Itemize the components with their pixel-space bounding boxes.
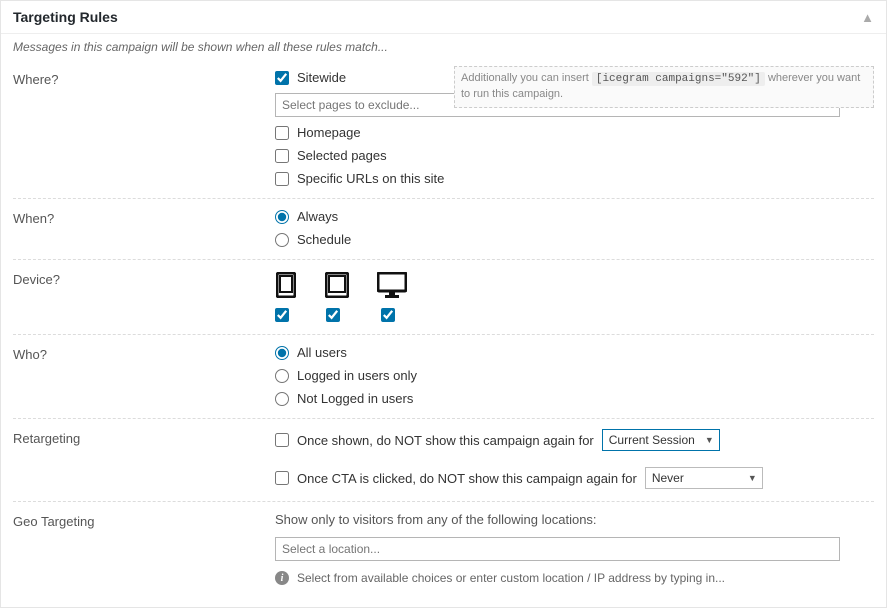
device-desktop (377, 272, 407, 322)
retarget-shown-select[interactable]: Current Session ▼ (602, 429, 720, 451)
retarget-cta-select[interactable]: Never ▼ (645, 467, 763, 489)
mobile-icon (276, 272, 296, 298)
device-tablet (325, 272, 349, 322)
schedule-label: Schedule (297, 232, 351, 247)
geo-label: Geo Targeting (13, 512, 275, 529)
retarget-cta-select-value: Never (652, 471, 684, 485)
specific-urls-label: Specific URLs on this site (297, 171, 444, 186)
retarget-shown-select-value: Current Session (609, 433, 695, 447)
panel-body: Messages in this campaign will be shown … (1, 34, 886, 607)
not-logged-in-radio[interactable] (275, 392, 289, 406)
always-label: Always (297, 209, 338, 224)
intro-text: Messages in this campaign will be shown … (13, 40, 874, 54)
who-label: Who? (13, 345, 275, 362)
tablet-checkbox[interactable] (326, 308, 340, 322)
homepage-label: Homepage (297, 125, 361, 140)
chevron-down-icon: ▼ (748, 473, 757, 483)
sitewide-label: Sitewide (297, 70, 346, 85)
logged-in-label: Logged in users only (297, 368, 417, 383)
selected-pages-checkbox[interactable] (275, 149, 289, 163)
collapse-toggle[interactable]: ▲ (861, 10, 874, 25)
not-logged-in-label: Not Logged in users (297, 391, 413, 406)
desktop-checkbox[interactable] (381, 308, 395, 322)
selected-pages-label: Selected pages (297, 148, 387, 163)
mobile-checkbox[interactable] (275, 308, 289, 322)
all-users-radio[interactable] (275, 346, 289, 360)
desktop-icon (377, 272, 407, 298)
retarget-shown-checkbox[interactable] (275, 433, 289, 447)
device-mobile (275, 272, 297, 322)
device-label: Device? (13, 270, 275, 287)
specific-urls-checkbox[interactable] (275, 172, 289, 186)
where-section: Where? Additionally you can insert [iceg… (13, 60, 874, 199)
who-section: Who? All users Logged in users only Not … (13, 335, 874, 419)
shortcode-note: Additionally you can insert [icegram cam… (454, 66, 874, 108)
always-radio[interactable] (275, 210, 289, 224)
geo-hint-text: Select from available choices or enter c… (297, 571, 725, 585)
tablet-icon (325, 272, 349, 298)
note-code: [icegram campaigns="592"] (592, 72, 765, 86)
panel-header: Targeting Rules ▲ (1, 1, 886, 34)
where-label: Where? (13, 70, 275, 87)
geo-location-input[interactable] (275, 537, 840, 561)
logged-in-radio[interactable] (275, 369, 289, 383)
retargeting-label: Retargeting (13, 429, 275, 446)
geo-section: Geo Targeting Show only to visitors from… (13, 502, 874, 597)
retarget-cta-checkbox[interactable] (275, 471, 289, 485)
targeting-rules-panel: Targeting Rules ▲ Messages in this campa… (0, 0, 887, 608)
all-users-label: All users (297, 345, 347, 360)
homepage-checkbox[interactable] (275, 126, 289, 140)
device-section: Device? (13, 260, 874, 335)
sitewide-checkbox[interactable] (275, 71, 289, 85)
retargeting-section: Retargeting Once shown, do NOT show this… (13, 419, 874, 502)
note-prefix: Additionally you can insert (461, 72, 589, 84)
schedule-radio[interactable] (275, 233, 289, 247)
geo-subtitle: Show only to visitors from any of the fo… (275, 512, 874, 527)
retarget-shown-label: Once shown, do NOT show this campaign ag… (297, 433, 594, 448)
when-label: When? (13, 209, 275, 226)
chevron-down-icon: ▼ (705, 435, 714, 445)
retarget-cta-label: Once CTA is clicked, do NOT show this ca… (297, 471, 637, 486)
info-icon: i (275, 571, 289, 585)
panel-title: Targeting Rules (13, 9, 118, 25)
when-section: When? Always Schedule (13, 199, 874, 260)
geo-hint: i Select from available choices or enter… (275, 571, 874, 585)
